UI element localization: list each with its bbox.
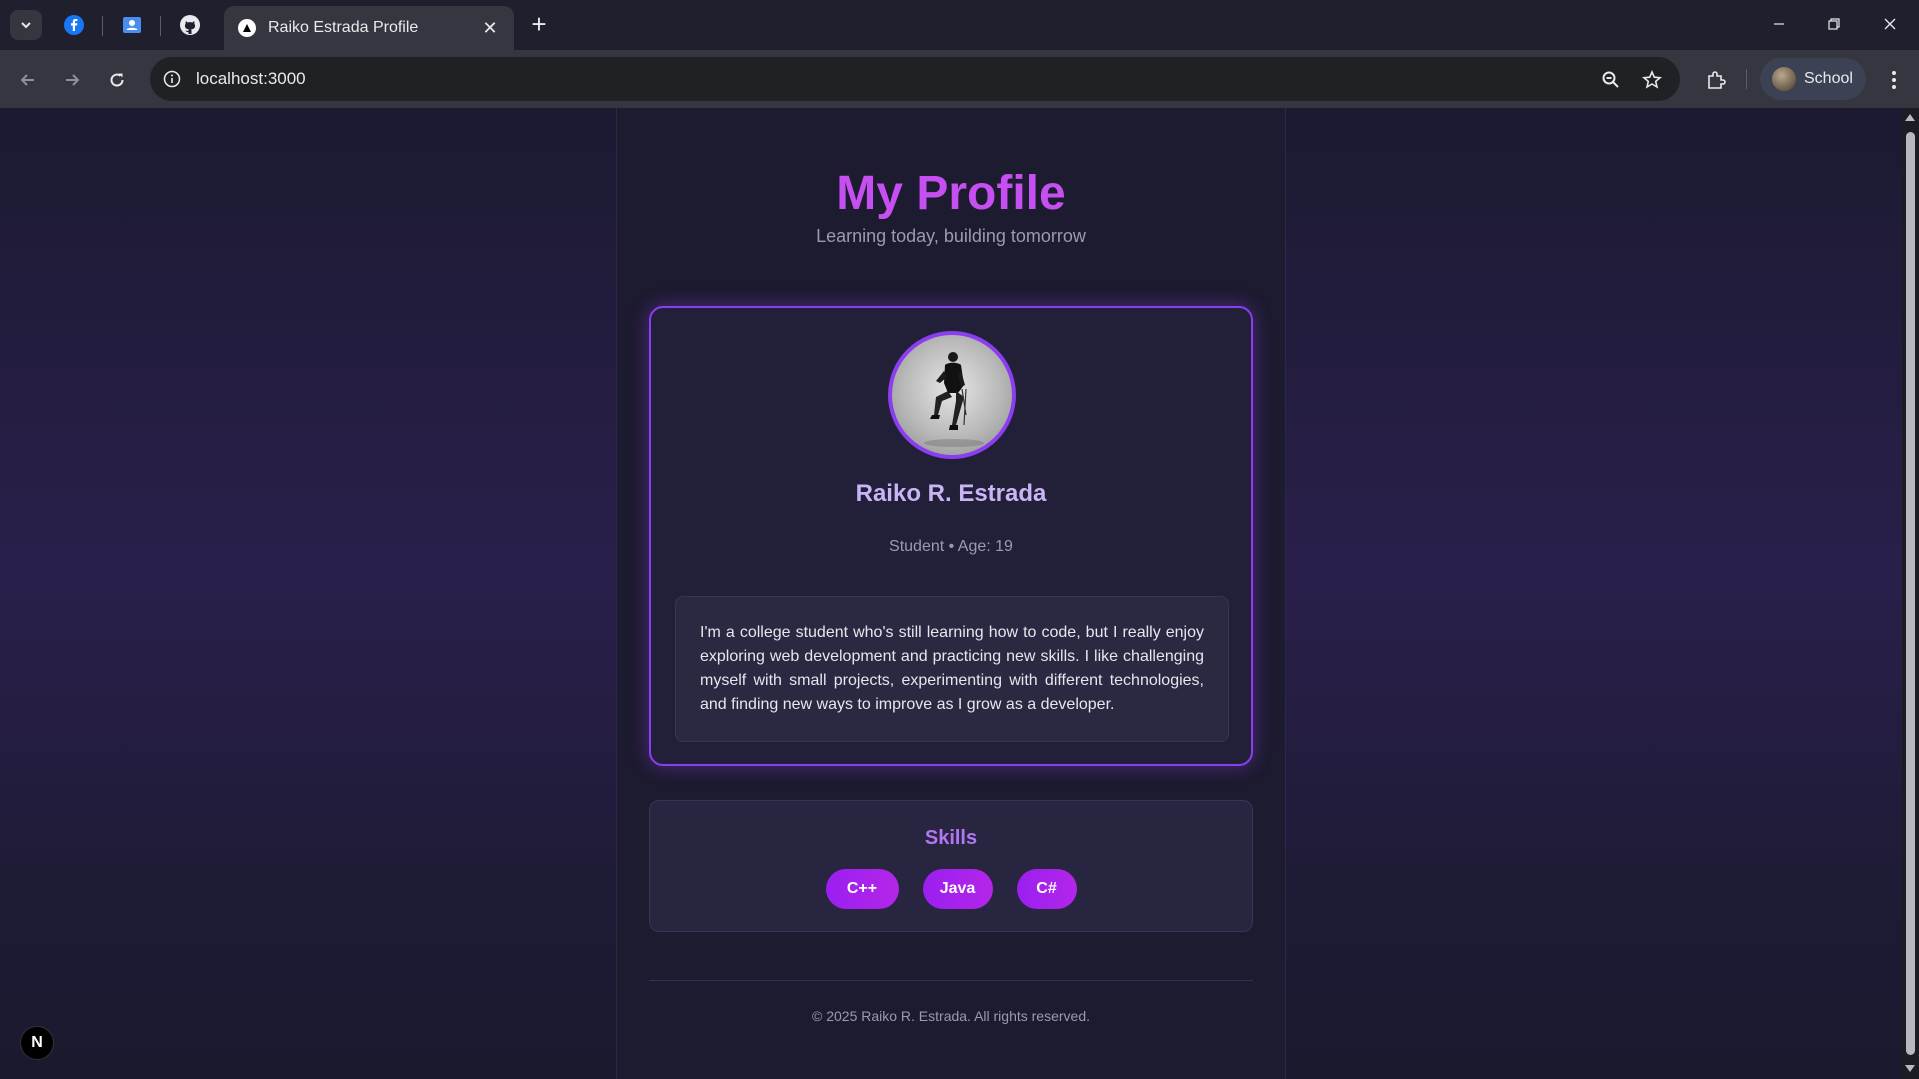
url-text[interactable]: localhost:3000: [196, 69, 1680, 89]
restore-button[interactable]: [1811, 8, 1857, 40]
footer-divider: [649, 980, 1253, 981]
facebook-icon: [64, 15, 84, 35]
nextjs-dev-tools-button[interactable]: N: [20, 1026, 54, 1060]
profile-name: School: [1804, 70, 1853, 87]
pinned-tab-facebook[interactable]: [58, 9, 90, 41]
back-button[interactable]: [12, 64, 44, 96]
close-window-button[interactable]: [1867, 8, 1913, 40]
site-info-icon[interactable]: [162, 69, 182, 89]
toolbar-divider: [1746, 69, 1747, 89]
tab-title: Raiko Estrada Profile: [268, 19, 419, 36]
extensions-button[interactable]: [1700, 64, 1732, 96]
forward-button[interactable]: [56, 64, 88, 96]
bookmark-star-icon[interactable]: [1641, 69, 1663, 91]
profile-name-heading: Raiko R. Estrada: [855, 480, 1047, 507]
footer-text: © 2025 Raiko R. Estrada. All rights rese…: [812, 1008, 1090, 1024]
github-icon: [180, 15, 200, 35]
profile-card: Raiko R. Estrada Student • Age: 19 I'm a…: [649, 306, 1253, 766]
restore-icon: [1828, 18, 1840, 30]
puzzle-icon: [1708, 71, 1726, 89]
page-tagline: Learning today, building tomorrow: [816, 226, 1086, 246]
profile-button[interactable]: School: [1760, 58, 1866, 100]
bio-text: I'm a college student who's still learni…: [700, 624, 1204, 713]
skills-card: Skills C++ Java C#: [649, 800, 1253, 932]
minimize-icon: [1774, 23, 1784, 25]
page-viewport: My Profile Learning today, building tomo…: [0, 108, 1902, 1079]
browser-toolbar: localhost:3000 School: [0, 50, 1919, 108]
close-icon: [1884, 18, 1896, 30]
page-title: My Profile: [836, 167, 1066, 220]
pinned-tab-contacts[interactable]: [116, 9, 148, 41]
contacts-icon: [123, 17, 141, 33]
scroll-up-arrow-icon[interactable]: [1905, 114, 1915, 121]
tab-divider: [102, 16, 103, 36]
tab-close-icon[interactable]: ✕: [480, 18, 500, 39]
nextjs-favicon-icon: [238, 19, 256, 37]
tab-search-button[interactable]: [10, 10, 42, 40]
scrollbar-thumb[interactable]: [1906, 132, 1915, 1055]
zoom-icon[interactable]: [1600, 69, 1622, 91]
skills-title: Skills: [924, 827, 978, 849]
skill-chip: C#: [1016, 869, 1077, 909]
reload-icon: [110, 73, 124, 87]
pinned-tab-github[interactable]: [174, 9, 206, 41]
chevron-down-icon: [21, 22, 31, 29]
profile-avatar: [1772, 67, 1796, 91]
tab-divider: [160, 16, 161, 36]
minimize-button[interactable]: [1756, 8, 1802, 40]
scroll-down-arrow-icon[interactable]: [1905, 1065, 1915, 1072]
scrollbar[interactable]: [1902, 108, 1919, 1079]
tab-active[interactable]: Raiko Estrada Profile ✕: [224, 6, 514, 50]
skill-chip: C++: [825, 869, 899, 909]
more-vertical-icon: [1892, 71, 1896, 89]
reload-button[interactable]: [101, 64, 133, 96]
avatar: [888, 331, 1016, 459]
browser-menu-button[interactable]: [1882, 64, 1906, 96]
profile-meta: Student • Age: 19: [889, 538, 1013, 555]
bio-box: I'm a college student who's still learni…: [675, 596, 1229, 742]
skills-list: C++ Java C#: [650, 869, 1252, 909]
arrow-left-icon: [20, 74, 34, 86]
address-bar[interactable]: localhost:3000: [150, 57, 1680, 101]
skill-chip: Java: [922, 869, 993, 909]
profile-page-container: My Profile Learning today, building tomo…: [616, 108, 1286, 1079]
arrow-right-icon: [66, 74, 80, 86]
tab-bar: Raiko Estrada Profile ✕ +: [0, 0, 1919, 50]
new-tab-button[interactable]: +: [524, 10, 554, 40]
person-silhouette-icon: [924, 352, 984, 447]
